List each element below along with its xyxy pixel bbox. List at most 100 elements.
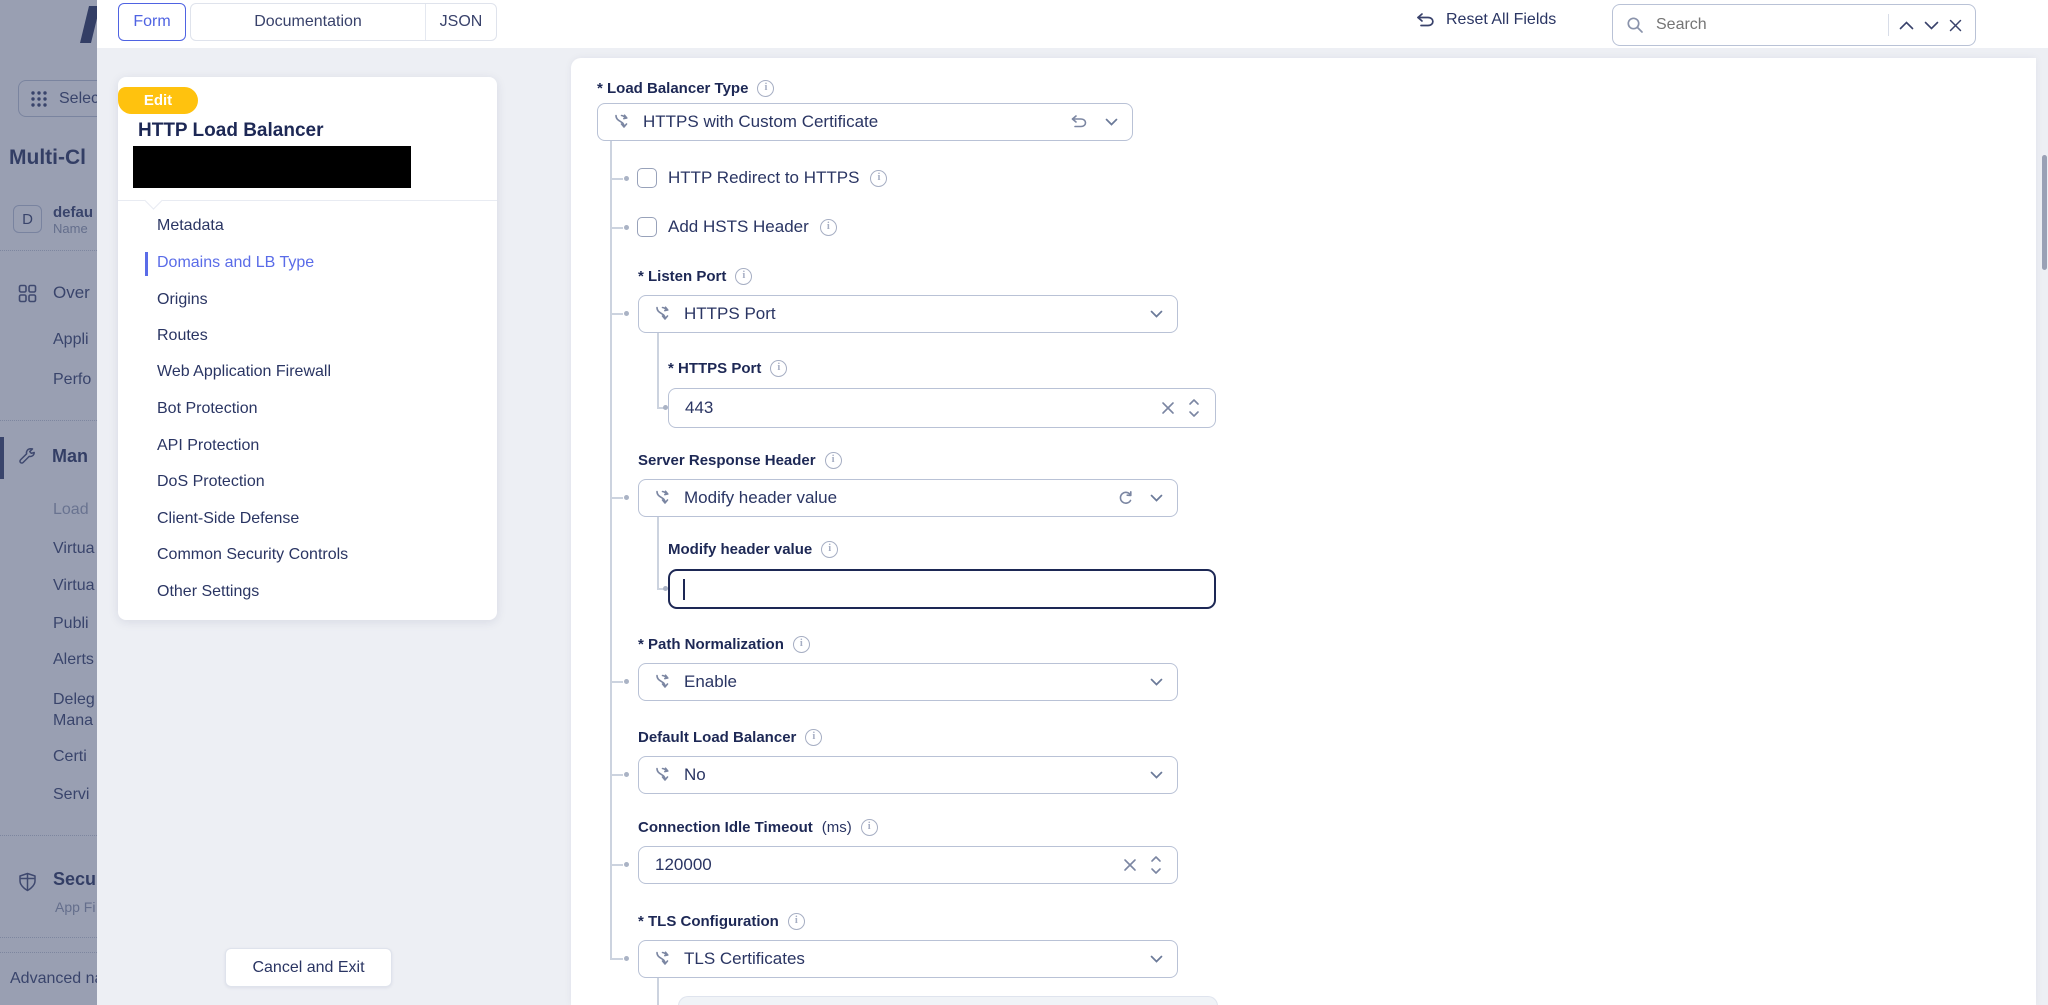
tree-connector [610, 681, 623, 683]
tab-json[interactable]: JSON [425, 4, 496, 40]
tree-dot [624, 311, 629, 316]
tree-dot [624, 176, 629, 181]
clear-icon[interactable] [1161, 401, 1175, 415]
tab-documentation[interactable]: Documentation [191, 4, 425, 40]
form-nav-client-side-defense[interactable]: Client-Side Defense [157, 510, 299, 528]
tree-connector [610, 497, 623, 499]
info-icon[interactable]: i [824, 452, 842, 469]
info-icon[interactable]: i [735, 268, 753, 285]
tree-connector [610, 313, 623, 315]
listen-port-label: * Listen Port [638, 268, 727, 285]
tree-dot [624, 495, 629, 500]
search-prev-icon[interactable] [1899, 20, 1914, 30]
search-divider [1888, 14, 1889, 36]
tree-dot [624, 679, 629, 684]
info-icon[interactable]: i [787, 913, 805, 930]
tab-documentation-label: Documentation [254, 13, 362, 30]
default-lb-value: No [684, 765, 706, 784]
reset-field-icon[interactable] [1069, 114, 1089, 130]
text-cursor [683, 578, 685, 600]
chevron-down-icon[interactable] [1150, 494, 1163, 502]
nested-section-panel [678, 996, 1218, 1005]
edit-badge: Edit [118, 87, 198, 114]
info-icon[interactable]: i [805, 729, 823, 746]
tree-connector [610, 178, 623, 180]
hsts-checkbox[interactable] [637, 217, 657, 237]
https-port-label: * HTTPS Port [668, 360, 762, 377]
tls-config-label: * TLS Configuration [638, 913, 779, 930]
tree-trunk-response-header [657, 517, 659, 588]
path-normalization-select[interactable]: Enable [638, 663, 1178, 701]
info-icon[interactable]: i [757, 80, 775, 97]
search-icon [1627, 17, 1643, 33]
search-input[interactable] [1654, 15, 1878, 35]
lb-type-value: HTTPS with Custom Certificate [643, 112, 879, 131]
form-nav-bot-protection[interactable]: Bot Protection [157, 400, 258, 418]
listen-port-select[interactable]: HTTPS Port [638, 295, 1178, 333]
default-lb-select[interactable]: No [638, 756, 1178, 794]
form-nav-common-security-controls[interactable]: Common Security Controls [157, 546, 348, 564]
lb-type-select[interactable]: HTTPS with Custom Certificate [597, 103, 1133, 141]
tab-form[interactable]: Form [118, 3, 186, 41]
refresh-icon[interactable] [1117, 490, 1134, 507]
info-icon[interactable]: i [819, 218, 837, 236]
path-normalization-label: * Path Normalization [638, 636, 784, 653]
info-icon[interactable]: i [821, 541, 839, 558]
tree-dot [624, 956, 629, 961]
branch-select-icon [615, 114, 628, 128]
form-nav-other-settings[interactable]: Other Settings [157, 583, 259, 601]
info-icon[interactable]: i [792, 636, 810, 653]
info-icon[interactable]: i [770, 360, 788, 377]
form-nav-dos-protection[interactable]: DoS Protection [157, 473, 265, 491]
tree-trunk-level1 [610, 141, 612, 959]
https-port-input[interactable] [683, 397, 1149, 419]
http-redirect-checkbox[interactable] [637, 168, 657, 188]
server-response-header-label: Server Response Header [638, 452, 816, 469]
idle-timeout-input[interactable] [653, 854, 1111, 876]
tree-dot [624, 772, 629, 777]
number-stepper-icon[interactable] [1149, 854, 1163, 876]
branch-select-icon [656, 767, 669, 781]
search-clear-icon[interactable] [1949, 19, 1962, 32]
number-stepper-icon[interactable] [1187, 397, 1201, 419]
chevron-down-icon[interactable] [1105, 118, 1118, 126]
form-nav-api-protection[interactable]: API Protection [157, 437, 259, 455]
tree-trunk-listen-port [657, 333, 659, 407]
idle-timeout-label: Connection Idle Timeout [638, 819, 813, 836]
info-icon[interactable]: i [870, 169, 888, 187]
reset-all-fields-label: Reset All Fields [1446, 11, 1557, 28]
form-nav-origins[interactable]: Origins [157, 291, 208, 309]
hsts-label: Add HSTS Header [668, 217, 809, 236]
info-icon[interactable]: i [860, 819, 878, 836]
tree-connector [610, 958, 623, 960]
modify-header-value-label: Modify header value [668, 541, 813, 558]
chevron-down-icon[interactable] [1150, 771, 1163, 779]
tree-dot [624, 862, 629, 867]
reset-all-fields-button[interactable]: Reset All Fields [1414, 11, 1556, 29]
chevron-down-icon[interactable] [1150, 310, 1163, 318]
scrollbar-thumb[interactable] [2042, 155, 2047, 270]
edit-badge-label: Edit [143, 92, 173, 109]
lb-type-label: * Load Balancer Type [597, 80, 749, 97]
form-title: HTTP Load Balancer [138, 120, 324, 141]
tls-config-select[interactable]: TLS Certificates [638, 940, 1178, 978]
form-nav-waf[interactable]: Web Application Firewall [157, 363, 331, 381]
tab-group: Documentation JSON [190, 3, 497, 41]
form-nav-routes[interactable]: Routes [157, 327, 208, 345]
tree-connector [610, 227, 623, 229]
modify-header-value-input[interactable] [668, 569, 1216, 609]
chevron-down-icon[interactable] [1150, 955, 1163, 963]
server-response-header-select[interactable]: Modify header value [638, 479, 1178, 517]
branch-select-icon [656, 490, 669, 504]
idle-timeout-field [638, 846, 1178, 884]
cancel-and-exit-button[interactable]: Cancel and Exit [225, 948, 392, 987]
branch-select-icon [656, 674, 669, 688]
tree-dot [624, 225, 629, 230]
form-nav-domains-lb-type[interactable]: Domains and LB Type [157, 254, 314, 272]
chevron-down-icon[interactable] [1150, 678, 1163, 686]
clear-icon[interactable] [1123, 858, 1137, 872]
reset-icon [1417, 13, 1434, 27]
idle-timeout-unit: (ms) [821, 819, 852, 836]
form-nav-metadata[interactable]: Metadata [157, 217, 224, 235]
search-next-icon[interactable] [1924, 21, 1939, 30]
